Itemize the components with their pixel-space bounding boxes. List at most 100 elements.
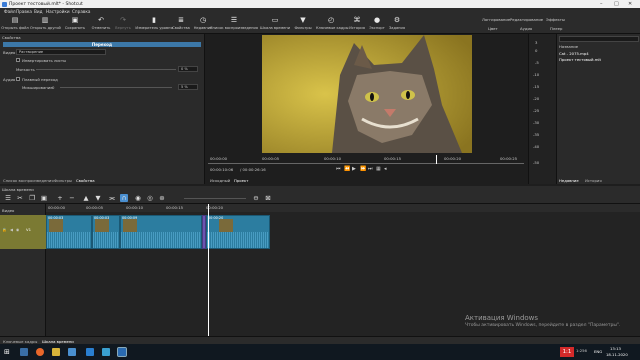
playhead[interactable]: [436, 155, 437, 164]
mix-label: Микширование: [22, 85, 53, 90]
browser-icon[interactable]: [36, 348, 44, 356]
tab-playlist[interactable]: Список воспроизведения: [3, 178, 54, 183]
windows-start-icon[interactable]: ⊞: [4, 348, 12, 356]
layout-editing[interactable]: Редактирование: [510, 17, 543, 22]
menu-file[interactable]: Файл: [4, 9, 16, 14]
invert-checkbox[interactable]: [16, 58, 20, 62]
tab-filters[interactable]: Фильтры: [54, 178, 72, 183]
jobs-button[interactable]: ⚙ Задания: [382, 16, 412, 30]
play-icon[interactable]: ▶: [352, 166, 356, 172]
timeline-clip[interactable]: 00:00:03: [92, 215, 120, 249]
position-timecode[interactable]: 00:00:10:06: [210, 167, 233, 172]
close-icon[interactable]: ✕: [628, 1, 632, 7]
append-icon[interactable]: +: [56, 194, 64, 202]
skip-end-icon[interactable]: ⏭: [368, 166, 373, 172]
meter-tick: 0: [535, 48, 538, 53]
overwrite-icon[interactable]: ▼: [94, 194, 102, 202]
hide-icon[interactable]: ◉: [16, 227, 19, 232]
meter-tick: -20: [533, 96, 540, 101]
mix-min-value: 0: [52, 85, 55, 90]
timeline-ruler[interactable]: 00:00:00 00:00:05 00:00:10 00:00:15 00:0…: [46, 204, 640, 212]
timeline-clip[interactable]: 00:00:20: [206, 215, 270, 249]
shotcut-taskbar-icon[interactable]: [117, 347, 127, 357]
minimize-icon[interactable]: –: [600, 1, 603, 7]
viewer-ruler[interactable]: 00:00:00 00:00:05 00:00:10 00:00:15 00:0…: [208, 155, 524, 164]
export-icon: ●: [373, 16, 381, 24]
menu-view[interactable]: Вид: [34, 9, 43, 14]
video-transition-select[interactable]: Растворение: [16, 49, 106, 55]
paste-icon[interactable]: ▣: [40, 194, 48, 202]
menu-icon[interactable]: ☰: [4, 194, 12, 202]
split-icon[interactable]: ⫘: [108, 194, 116, 202]
ripple-all-icon[interactable]: ⊛: [158, 194, 166, 202]
maximize-icon[interactable]: □: [614, 1, 619, 7]
tab-keyframes[interactable]: Ключевые кадры: [3, 339, 37, 344]
menu-settings[interactable]: Настройки: [46, 9, 70, 14]
playlist-button[interactable]: ☰ Список воспроизведения: [210, 16, 258, 30]
ruler-tick: 00:00:00: [48, 205, 66, 210]
zoom-fit-icon[interactable]: ⊠: [264, 194, 272, 202]
snap-icon[interactable]: ∩: [120, 193, 128, 202]
grid-icon[interactable]: ▦: [376, 166, 381, 172]
volume-icon[interactable]: ◂: [384, 166, 387, 172]
tab-history[interactable]: История: [585, 178, 602, 183]
timeline-button[interactable]: ▭ Шкала времени: [260, 16, 290, 30]
clock-date[interactable]: 18.11.2020: [606, 352, 628, 357]
zoom-out-icon[interactable]: ⊖: [252, 194, 260, 202]
layout-effects[interactable]: Эффекты: [546, 17, 565, 22]
mix-slider[interactable]: [60, 87, 172, 88]
fast-forward-icon[interactable]: ⏩: [360, 166, 366, 172]
jobs-icon: ⚙: [393, 16, 401, 24]
search-icon[interactable]: [20, 348, 28, 356]
ripple-icon[interactable]: ◎: [146, 194, 154, 202]
menu-help[interactable]: Справка: [72, 9, 90, 14]
audio-waveform: [47, 232, 91, 248]
softness-spinbox[interactable]: 0 %: [178, 66, 198, 72]
timeline-clip[interactable]: 00:00:03: [46, 215, 92, 249]
layout-logging[interactable]: Логгирование: [482, 17, 510, 22]
scrub-icon[interactable]: ◉: [134, 194, 142, 202]
taskbar-badge[interactable]: 1:1: [560, 347, 574, 357]
copy-icon[interactable]: ❐: [28, 194, 36, 202]
remove-icon[interactable]: −: [68, 194, 76, 202]
tab-properties[interactable]: Свойства: [76, 178, 95, 183]
app-icon[interactable]: [86, 348, 94, 356]
filters-button[interactable]: ▼ Фильтры: [288, 16, 318, 30]
lock-icon[interactable]: 🔒: [2, 227, 7, 232]
open-file-button[interactable]: ▤ Открыть файл: [0, 16, 30, 30]
cut-icon[interactable]: ✂: [16, 194, 24, 202]
timeline-playhead[interactable]: [208, 204, 209, 336]
layout-audio[interactable]: Аудио: [520, 26, 532, 31]
list-item[interactable]: Проект тестовый.mlt: [559, 57, 601, 62]
menu-edit[interactable]: Правка: [16, 9, 32, 14]
tab-project[interactable]: Проект: [234, 178, 248, 183]
clock-time[interactable]: 13:13: [610, 346, 621, 351]
clip-thumbnail: [123, 219, 137, 232]
track-header-v1[interactable]: 🔒 ◀ ◉ V1: [0, 215, 46, 249]
layout-player[interactable]: Плеер: [550, 26, 562, 31]
lift-icon[interactable]: ▲: [82, 194, 90, 202]
tab-timeline[interactable]: Шкала времени: [42, 339, 74, 344]
skip-start-icon[interactable]: ⏮: [336, 166, 341, 172]
save-icon: ▣: [71, 16, 79, 24]
tab-recent[interactable]: Недавние: [559, 178, 579, 183]
transition-header: Переход: [3, 42, 201, 47]
mute-icon[interactable]: ◀: [10, 227, 13, 232]
crossfade-checkbox[interactable]: [16, 77, 20, 81]
rewind-icon[interactable]: ⏪: [344, 166, 350, 172]
layout-color[interactable]: Цвет: [488, 26, 498, 31]
mix-spinbox[interactable]: 5 %: [178, 84, 198, 90]
recent-search-input[interactable]: [559, 36, 639, 42]
audio-label: Аудио: [3, 77, 16, 82]
tab-source[interactable]: Исходный: [210, 178, 230, 183]
ruler-tick: 00:00:25: [500, 156, 518, 161]
list-item[interactable]: Cat - 2075.mp4: [559, 51, 589, 56]
softness-slider[interactable]: [36, 69, 176, 70]
explorer-icon[interactable]: [52, 348, 60, 356]
language-indicator[interactable]: ENG: [594, 349, 602, 354]
open-other-button[interactable]: ▥ Открыть другой: [30, 16, 61, 30]
app-icon[interactable]: [102, 348, 110, 356]
zoom-slider[interactable]: [184, 198, 246, 199]
timeline-clip[interactable]: 00:00:09: [120, 215, 202, 249]
mail-icon[interactable]: [68, 348, 76, 356]
